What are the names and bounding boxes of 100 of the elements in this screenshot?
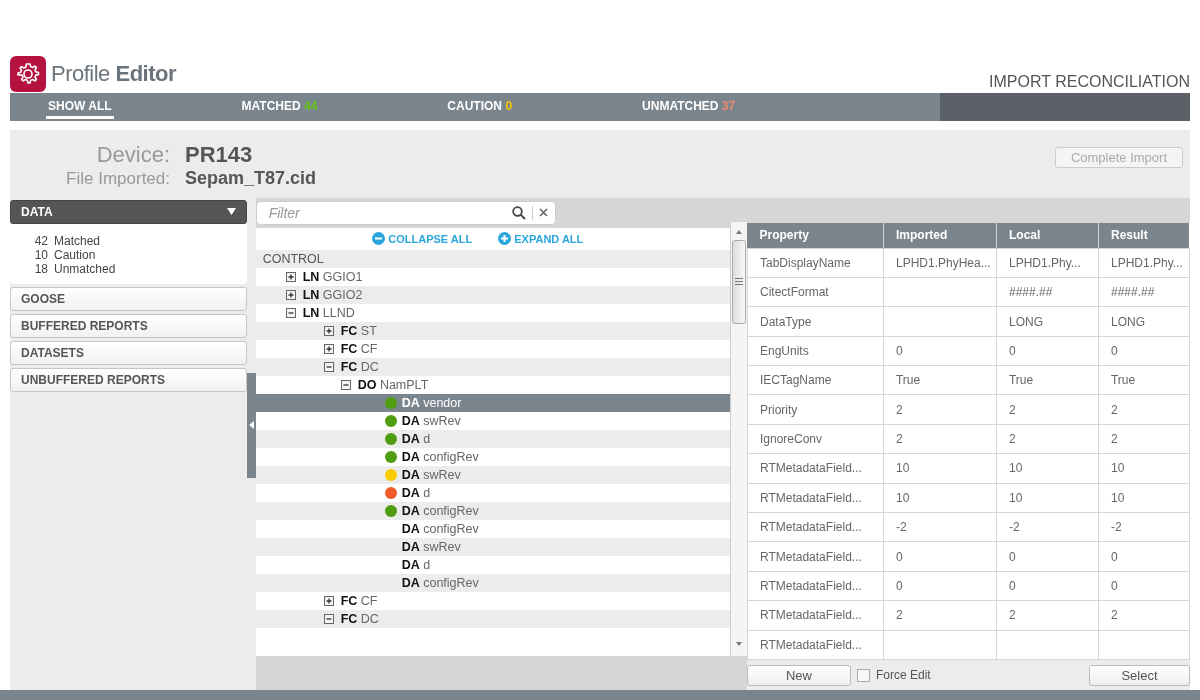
plus-box-icon[interactable] [323, 595, 334, 606]
table-cell: 2 [996, 600, 1099, 631]
section-header[interactable]: BUFFERED REPORTS [10, 313, 247, 338]
filter-field[interactable]: Filter [255, 200, 556, 225]
table-cell: TabDisplayName [747, 248, 884, 278]
table-cell: RTMetadataField... [747, 483, 884, 513]
table-cell: DataType [747, 306, 884, 337]
column-header: Local [996, 222, 1099, 249]
tree-node[interactable]: DA swRev [401, 413, 461, 428]
filter-tab[interactable]: UNMATCHED 37 [640, 95, 738, 119]
table-cell: True [1098, 365, 1190, 395]
page-heading: IMPORT RECONCILIATION [989, 73, 1190, 92]
table-cell: 10 [996, 483, 1099, 513]
count-label: Caution [54, 247, 97, 262]
table-cell: 2 [996, 395, 1099, 425]
force-edit-label: Force Edit [876, 668, 931, 682]
minus-box-icon[interactable] [323, 361, 334, 372]
table-cell: ####.## [1098, 277, 1190, 307]
count-value: 10 [33, 247, 48, 262]
filter-tab[interactable]: CAUTION 0 [445, 95, 515, 119]
plus-box-icon[interactable] [323, 343, 334, 354]
table-cell: 2 [1098, 424, 1190, 454]
plus-box-icon[interactable] [285, 271, 296, 282]
select-button[interactable]: Select [1089, 664, 1190, 686]
force-edit-checkbox[interactable] [857, 668, 870, 682]
search-icon[interactable] [511, 205, 526, 220]
table-cell: 2 [996, 424, 1099, 454]
tree-node[interactable]: FC CF [340, 341, 378, 356]
table-cell: True [996, 365, 1099, 395]
scrollbar[interactable] [730, 221, 747, 656]
count-label: Matched [54, 233, 102, 248]
minus-box-icon[interactable] [285, 307, 296, 318]
table-cell: LPHD1.PhyHea... [883, 248, 997, 278]
tree-node[interactable]: DA swRev [401, 467, 461, 482]
plus-box-icon[interactable] [323, 325, 334, 336]
table-cell: 10 [883, 453, 997, 484]
table-cell: RTMetadataField... [747, 453, 884, 484]
scroll-down-icon[interactable] [735, 639, 743, 648]
table-cell: RTMetadataField... [747, 512, 884, 542]
table-cell: ####.## [996, 277, 1099, 307]
table-cell: 0 [996, 541, 1099, 572]
table-cell: LONG [1098, 306, 1190, 337]
gear-logo-icon [10, 56, 46, 92]
table-cell: 0 [883, 336, 997, 366]
tree-node[interactable]: DA configRev [401, 521, 479, 536]
tree-node[interactable]: LN GGIO2 [302, 287, 363, 302]
plus-box-icon[interactable] [285, 289, 296, 300]
table-cell: 0 [1098, 541, 1190, 572]
tree-node[interactable]: FC DC [340, 359, 379, 374]
tree-node[interactable]: DA d [401, 557, 431, 572]
table-cell: 2 [883, 395, 997, 425]
tree-node[interactable]: FC CF [340, 593, 378, 608]
section-header[interactable]: GOOSE [10, 286, 247, 311]
table-cell: IECTagName [747, 365, 884, 395]
filter-tab[interactable]: SHOW ALL [46, 95, 114, 119]
minus-box-icon[interactable] [323, 613, 334, 624]
table-cell: LONG [996, 306, 1099, 337]
minus-box-icon[interactable] [340, 379, 351, 390]
filter-tab[interactable]: MATCHED 44 [239, 95, 320, 119]
count-value: 42 [33, 233, 48, 248]
file-value: Sepam_T87.cid [185, 168, 317, 189]
table-cell: -2 [883, 512, 997, 542]
section-header[interactable]: DATASETS [10, 340, 247, 365]
app-title: Profile Editor [51, 61, 177, 87]
table-cell: True [883, 365, 997, 395]
splitter-handle[interactable] [246, 372, 256, 478]
table-cell: 0 [883, 571, 997, 601]
tree-node[interactable]: FC ST [340, 323, 377, 338]
tree-node[interactable]: LN LLND [302, 305, 355, 320]
tree-node[interactable]: FC DC [340, 611, 379, 626]
new-button[interactable]: New [747, 664, 851, 686]
table-cell: 10 [1098, 453, 1190, 484]
table-cell: 0 [996, 336, 1099, 366]
count-label: Unmatched [54, 261, 117, 276]
table-cell: -2 [1098, 512, 1190, 542]
tree-node[interactable]: DO NamPLT [357, 377, 429, 392]
section-header[interactable]: DATA [10, 199, 247, 224]
table-cell: IgnoreConv [747, 424, 884, 454]
tree-node[interactable]: DA configRev [401, 575, 479, 590]
tree-node[interactable]: LN GGIO1 [302, 269, 363, 284]
grip-icon [735, 278, 743, 286]
section-header[interactable]: UNBUFFERED REPORTS [10, 367, 247, 392]
table-cell: 0 [996, 571, 1099, 601]
table-cell: CitectFormat [747, 277, 884, 307]
table-cell: 2 [883, 600, 997, 631]
device-label: Device: [95, 142, 170, 168]
table-cell: 10 [996, 453, 1099, 484]
tree-node[interactable]: DA vendor [401, 395, 462, 410]
table-cell: -2 [996, 512, 1099, 542]
plus-circle-icon [498, 232, 512, 246]
table-cell: 10 [1098, 483, 1190, 513]
tree-node[interactable]: DA d [401, 485, 431, 500]
tree-node[interactable]: CONTROL [262, 251, 324, 266]
tree-node[interactable]: DA configRev [401, 449, 479, 464]
table-cell: LPHD1.Phy... [996, 248, 1099, 278]
tree-node[interactable]: DA d [401, 431, 431, 446]
device-value: PR143 [185, 142, 254, 168]
tree-node[interactable]: DA swRev [401, 539, 461, 554]
tree-node[interactable]: DA configRev [401, 503, 479, 518]
close-icon[interactable] [538, 208, 548, 218]
